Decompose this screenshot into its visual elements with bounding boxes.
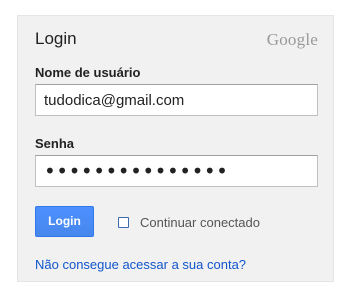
password-input[interactable]: [35, 155, 318, 187]
username-label: Nome de usuário: [35, 65, 141, 80]
password-label: Senha: [35, 136, 75, 151]
google-logo: Google: [266, 30, 318, 49]
remember-me-label: Continuar conectado: [140, 214, 260, 230]
account-help-link[interactable]: Não consegue acessar a sua conta?: [35, 257, 246, 272]
login-panel: Login Google Nome de usuário Senha Login…: [17, 15, 334, 282]
page-title: Login: [35, 29, 77, 48]
login-button[interactable]: Login: [35, 206, 94, 237]
remember-me-checkbox[interactable]: Continuar conectado: [118, 214, 260, 230]
checkbox-icon[interactable]: [118, 216, 129, 228]
login-header: Login Google: [35, 29, 318, 51]
username-input[interactable]: [35, 84, 318, 116]
